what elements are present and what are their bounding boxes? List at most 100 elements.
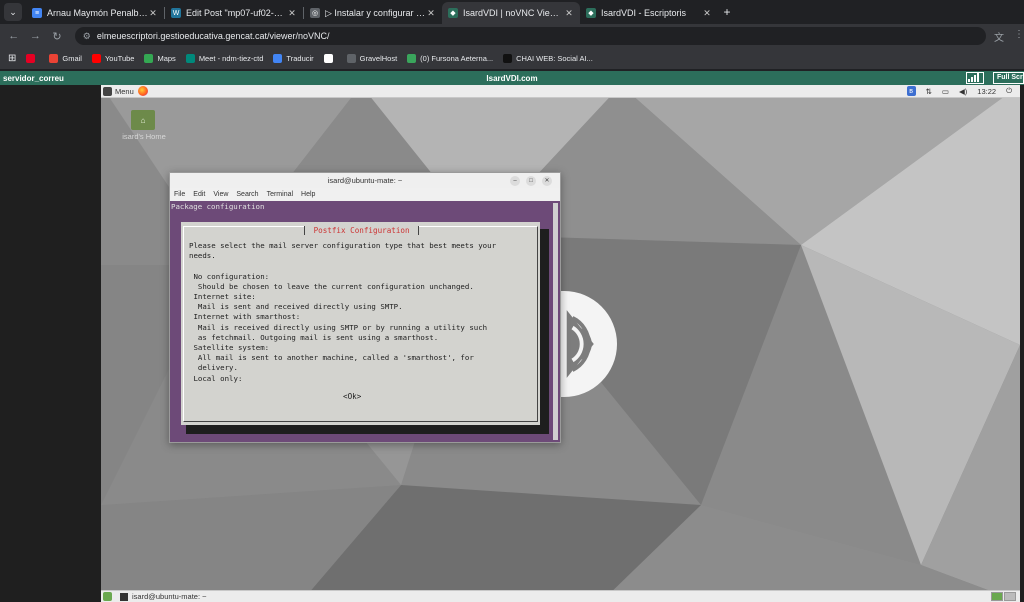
apps-grid-icon[interactable]: ⊞ xyxy=(8,53,16,64)
new-tab-button[interactable]: + xyxy=(718,5,736,19)
taskbar-terminal-item[interactable]: isard@ubuntu-mate: ~ xyxy=(120,592,207,601)
pinterest-icon xyxy=(26,54,36,63)
novnc-logo-icon xyxy=(566,310,594,378)
menu-icon[interactable] xyxy=(103,86,112,96)
package-config-heading: Package configuration xyxy=(171,202,265,211)
volume-icon[interactable]: ◀) xyxy=(959,87,967,96)
terminal-menu-view[interactable]: View xyxy=(213,191,228,198)
bookmark-item[interactable]: Meet - ndm-tiez-ctd xyxy=(185,54,263,63)
wordpress-icon: W xyxy=(171,8,181,18)
bookmark-item[interactable] xyxy=(26,54,39,63)
reload-icon[interactable]: ↻ xyxy=(49,30,65,43)
bluetooth-icon[interactable]: ʙ xyxy=(906,86,916,96)
bookmark-item[interactable]: (0) Fursona Aeterna... xyxy=(407,54,493,63)
terminal-scrollbar[interactable] xyxy=(553,203,558,440)
vnc-title: IsardVDI.com xyxy=(486,73,538,83)
dialog-title: Postfix Configuration xyxy=(304,226,420,235)
tab-title: Arnau Maymón Penalba - mp0 xyxy=(47,8,148,18)
close-icon[interactable]: ✕ xyxy=(542,176,552,186)
menu-button[interactable]: Menu xyxy=(115,87,134,96)
meet-icon xyxy=(185,54,195,63)
fullscreen-button[interactable]: Full Scr xyxy=(993,72,1024,84)
bookmark-item[interactable]: YouTube xyxy=(91,54,134,63)
bookmark-item[interactable]: CHAI WEB: Social AI... xyxy=(503,54,593,63)
forward-icon[interactable]: → xyxy=(28,30,44,42)
bookmark-item[interactable]: GravelHost xyxy=(346,54,397,63)
translate-page-icon[interactable]: 文 xyxy=(994,29,1004,44)
browser-tab[interactable]: ◆ IsardVDI - Escriptoris ✕ xyxy=(580,2,718,24)
browser-menu-icon[interactable]: ⋮ xyxy=(1014,29,1024,44)
home-folder-icon[interactable]: ⌂ xyxy=(131,110,155,130)
ok-button[interactable]: <Ok> xyxy=(343,392,361,401)
bookmark-label: Gmail xyxy=(62,54,82,63)
dialog-text: Please select the mail server configurat… xyxy=(189,241,497,383)
clock[interactable]: 13:22 xyxy=(977,87,996,96)
terminal-title: isard@ubuntu-mate: ~ xyxy=(327,176,403,185)
gmail-icon xyxy=(49,54,59,63)
terminal-menu-terminal[interactable]: Terminal xyxy=(267,191,293,198)
bottom-panel: isard@ubuntu-mate: ~ xyxy=(101,590,1020,602)
bookmark-item[interactable] xyxy=(323,54,337,63)
tab-close-icon[interactable]: ✕ xyxy=(702,8,712,19)
terminal-menu-edit[interactable]: Edit xyxy=(193,191,205,198)
browser-tab[interactable]: ≡ Arnau Maymón Penalba - mp0✕ xyxy=(26,2,164,24)
home-folder-label: isard's Home xyxy=(122,132,166,141)
youtube-icon xyxy=(91,54,101,63)
site-info-icon[interactable]: ⚙ xyxy=(83,31,91,42)
tab-close-icon[interactable]: ✕ xyxy=(426,8,436,19)
postfix-dialog: Postfix Configuration Please select the … xyxy=(181,222,540,425)
maps-icon xyxy=(144,54,154,63)
tab-close-icon[interactable]: ✕ xyxy=(287,8,297,19)
browser-toolbar: ← → ↻ ⚙ elmeuescriptori.gestioeducativa.… xyxy=(0,24,1024,48)
address-bar[interactable]: ⚙ elmeuescriptori.gestioeducativa.gencat… xyxy=(74,27,987,45)
power-icon[interactable]: ⏻ xyxy=(1006,86,1012,96)
network-icon[interactable]: ⇅ xyxy=(926,87,932,96)
tab-search-button[interactable]: ⌄ xyxy=(4,3,22,21)
browser-tab[interactable]: ◆ IsardVDI | noVNC Viewer ✕ xyxy=(442,2,580,24)
chai-icon xyxy=(503,54,513,63)
tab-close-icon[interactable]: ✕ xyxy=(564,8,574,19)
terminal-body[interactable]: Package configuration Postfix Configurat… xyxy=(170,201,560,442)
viewer-right-margin xyxy=(1020,85,1024,602)
bookmark-label: Traducir xyxy=(286,54,314,63)
firefox-icon[interactable] xyxy=(137,86,148,96)
top-panel: Menu ʙ ⇅ ▭ ◀) 13:22 ⏻ xyxy=(101,85,1020,98)
terminal-titlebar[interactable]: isard@ubuntu-mate: ~ – □ ✕ xyxy=(170,173,560,188)
workspace-switcher[interactable] xyxy=(991,592,1016,601)
isard-icon: ◆ xyxy=(586,8,596,18)
battery-icon[interactable]: ▭ xyxy=(942,87,949,96)
novnc-header: servidor_correu IsardVDI.com Full Scr xyxy=(0,71,1024,85)
show-desktop-icon[interactable] xyxy=(103,592,112,601)
back-icon[interactable]: ← xyxy=(6,30,22,42)
fursona-icon xyxy=(407,54,417,63)
google-icon xyxy=(323,54,333,63)
browser-tab[interactable]: W Edit Post "mp07-uf02-servei_co✕ xyxy=(165,2,303,24)
system-tray: ʙ ⇅ ▭ ◀) 13:22 ⏻ xyxy=(906,86,1012,96)
taskbar-terminal-label: isard@ubuntu-mate: ~ xyxy=(132,592,207,601)
bookmark-label: (0) Fursona Aeterna... xyxy=(420,54,494,63)
bookmark-item[interactable]: Gmail xyxy=(49,54,82,63)
terminal-icon xyxy=(120,592,128,601)
minimize-icon[interactable]: – xyxy=(510,176,520,186)
viewer-left-margin xyxy=(0,85,101,602)
bookmark-item[interactable]: Maps xyxy=(144,54,176,63)
browser-tab-strip: ⌄ ≡Arnau Maymón Penalba - mp0✕ W Edit Post… xyxy=(0,0,1024,24)
translate-icon xyxy=(273,54,283,63)
terminal-menu-search[interactable]: Search xyxy=(236,191,258,198)
isard-icon: ◆ xyxy=(448,8,458,18)
terminal-menu-file[interactable]: File xyxy=(174,191,185,198)
bookmark-label: CHAI WEB: Social AI... xyxy=(516,54,593,63)
novnc-control-handle[interactable] xyxy=(559,291,617,397)
bookmark-label: Maps xyxy=(157,54,176,63)
globe-icon: ◎ xyxy=(310,8,320,18)
terminal-menubar: File Edit View Search Terminal Help xyxy=(170,188,560,200)
tab-title: Edit Post "mp07-uf02-servei_co xyxy=(186,8,287,18)
browser-tab[interactable]: ◎ ▷ Instalar y configurar un servi✕ xyxy=(304,2,442,24)
bookmark-item[interactable]: Traducir xyxy=(273,54,314,63)
terminal-menu-help[interactable]: Help xyxy=(301,191,315,198)
maximize-icon[interactable]: □ xyxy=(526,176,536,186)
tab-close-icon[interactable]: ✕ xyxy=(148,8,158,19)
terminal-window[interactable]: isard@ubuntu-mate: ~ – □ ✕ File Edit View S… xyxy=(169,172,561,443)
tab-title: IsardVDI | noVNC Viewer xyxy=(463,8,564,18)
signal-icon xyxy=(966,72,984,84)
